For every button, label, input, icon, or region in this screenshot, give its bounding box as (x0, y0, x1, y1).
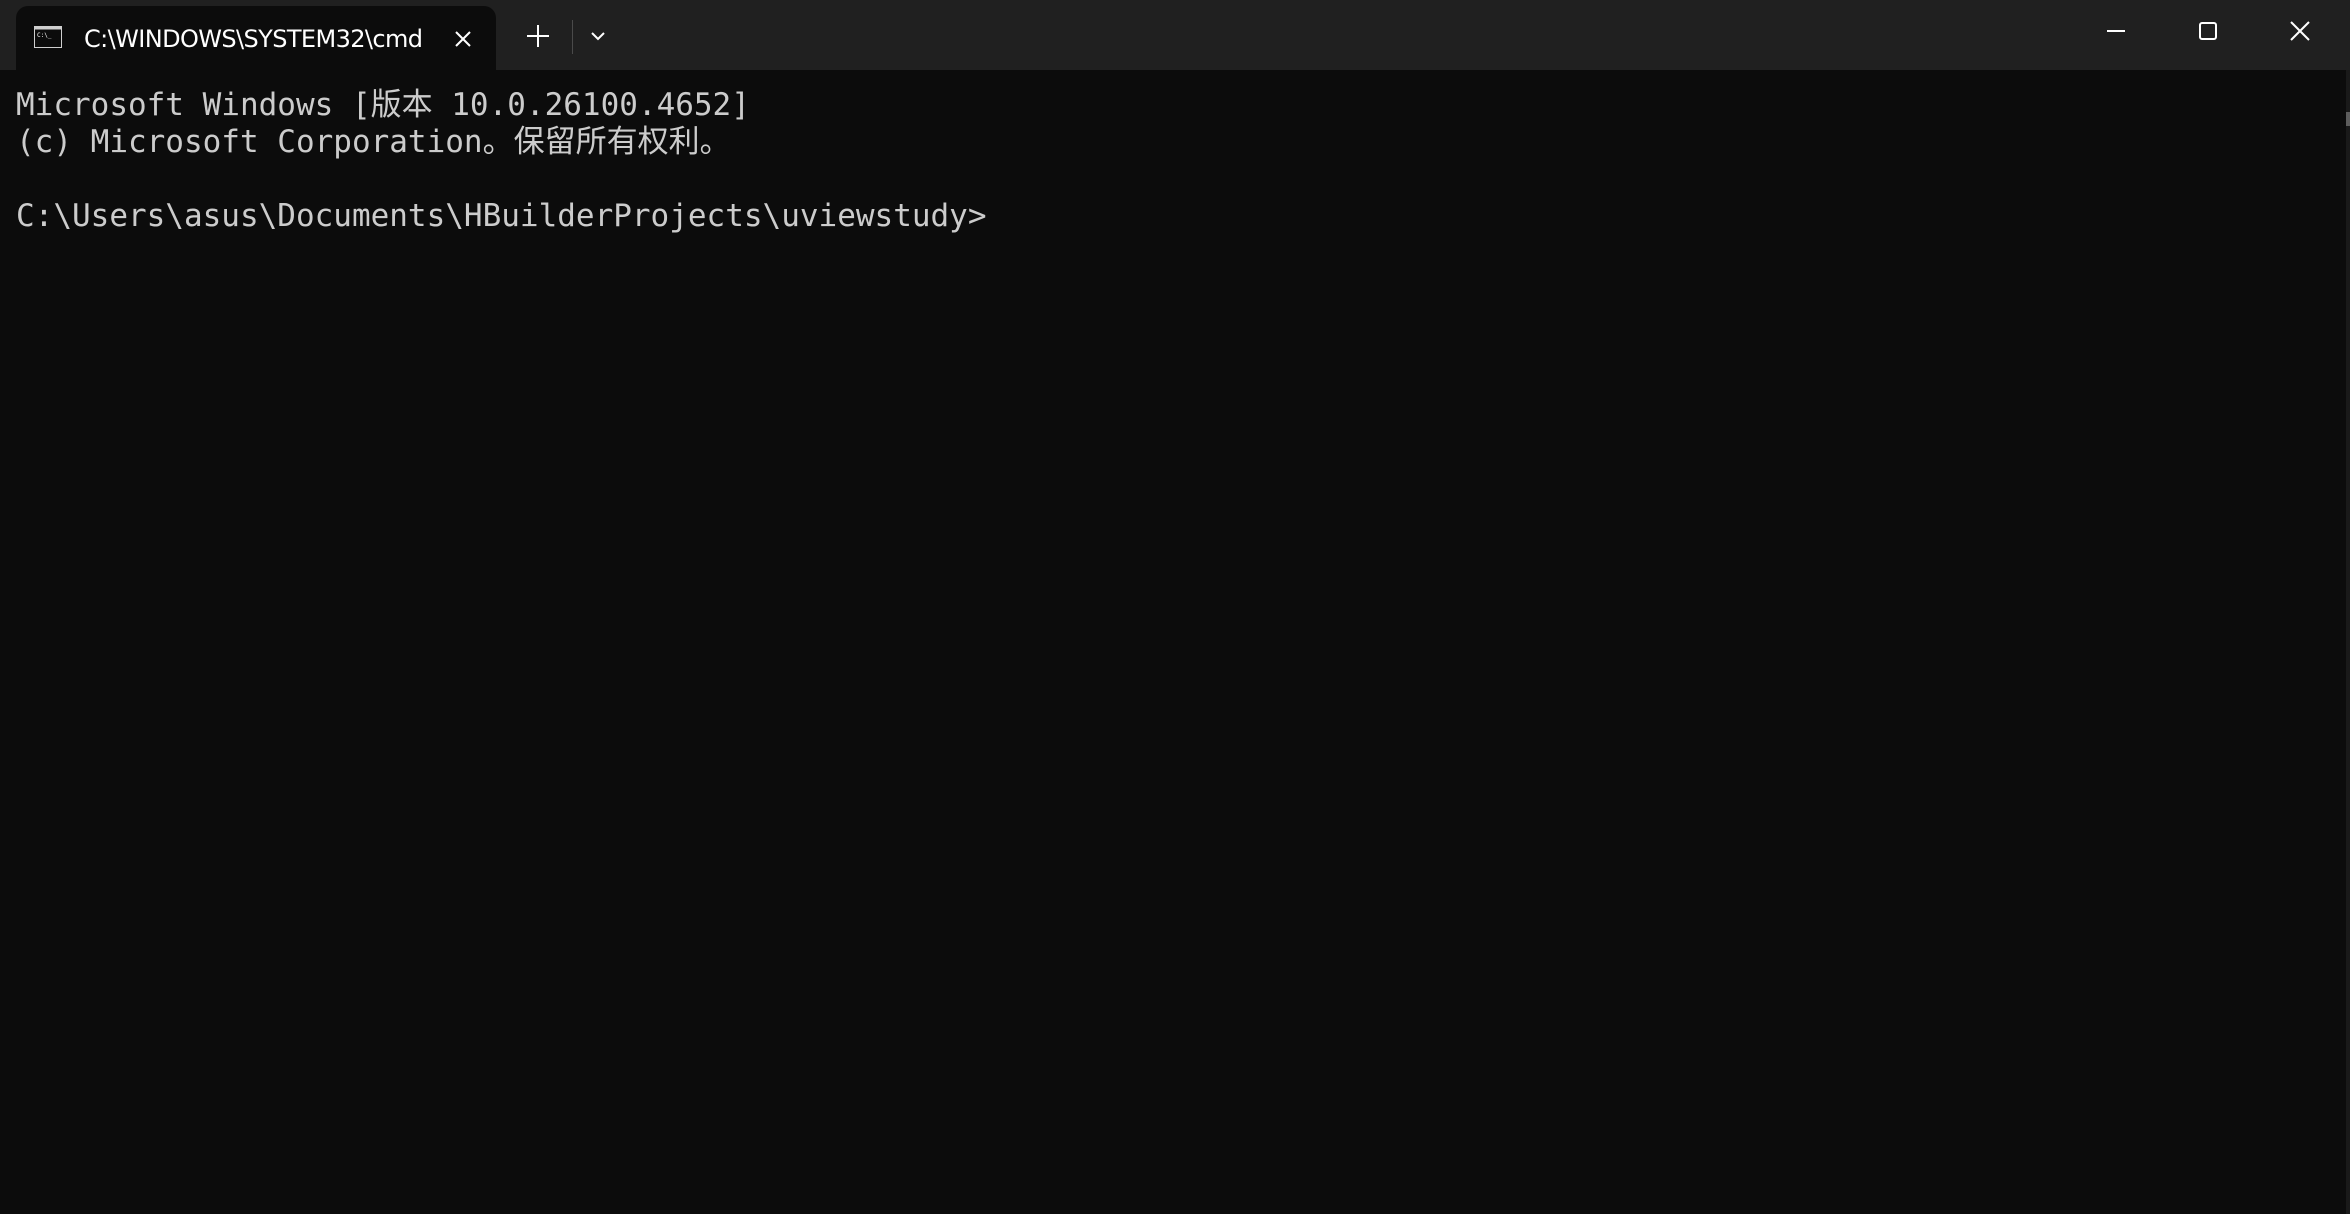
plus-icon (527, 25, 549, 47)
tab-close-icon[interactable] (448, 24, 478, 54)
chevron-down-icon (591, 32, 605, 41)
minimize-button[interactable] (2070, 0, 2162, 62)
scrollbar-thumb[interactable] (2346, 112, 2350, 126)
tab-cmd[interactable]: C:\_ C:\WINDOWS\SYSTEM32\cmd (16, 6, 496, 70)
maximize-button[interactable] (2162, 0, 2254, 62)
minimize-icon (2107, 30, 2125, 32)
scrollbar-track[interactable] (2346, 70, 2350, 1214)
new-tab-dropdown-button[interactable] (580, 14, 616, 58)
new-tab-button[interactable] (516, 14, 560, 58)
tab-separator (572, 20, 573, 54)
terminal-line-version: Microsoft Windows [版本 10.0.26100.4652] (16, 87, 750, 123)
console-icon: C:\_ (34, 26, 62, 48)
terminal-prompt[interactable]: C:\Users\asus\Documents\HBuilderProjects… (16, 198, 987, 234)
tab-title: C:\WINDOWS\SYSTEM32\cmd (84, 25, 423, 53)
terminal-output[interactable]: Microsoft Windows [版本 10.0.26100.4652] (… (0, 70, 2346, 1214)
close-icon (2290, 21, 2310, 41)
window-close-button[interactable] (2254, 0, 2346, 62)
svg-text:C:\_: C:\_ (37, 32, 52, 39)
maximize-icon (2199, 22, 2217, 40)
title-bar[interactable]: C:\_ C:\WINDOWS\SYSTEM32\cmd (0, 0, 2350, 70)
terminal-line-copyright: (c) Microsoft Corporation。保留所有权利。 (16, 124, 731, 160)
